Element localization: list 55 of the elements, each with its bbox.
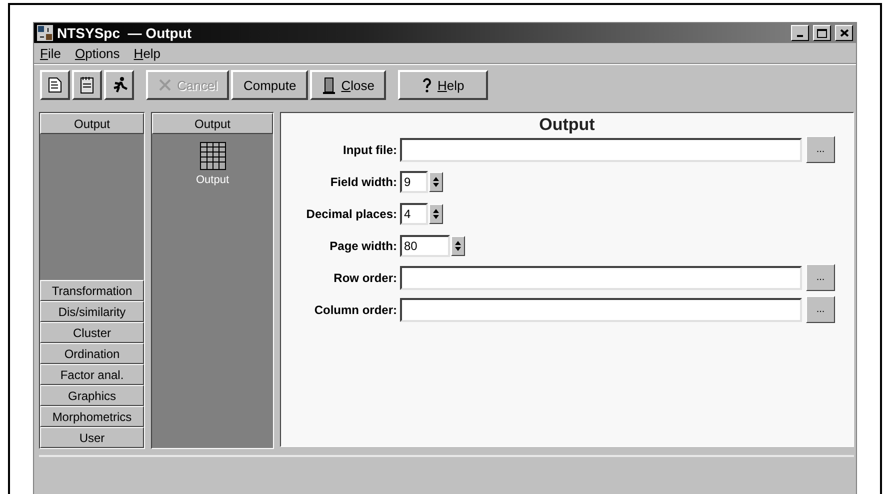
toolbar-button[interactable]: Compute: [231, 70, 308, 100]
panel-header: Output: [40, 113, 144, 134]
up-down-arrows-icon: [432, 176, 440, 188]
field-label: Page width:: [328, 238, 398, 252]
document-icon: [46, 76, 64, 94]
field-label: Decimal places:: [305, 206, 398, 220]
field-label: Column order:: [313, 302, 398, 316]
window-title: NTSYSpc — Output: [57, 25, 193, 41]
door-icon: [322, 76, 336, 94]
browse-button[interactable]: ...: [806, 264, 835, 291]
app-icon: [37, 25, 53, 41]
number-field[interactable]: 9: [400, 170, 428, 192]
menu-item[interactable]: Options: [74, 46, 120, 60]
maximize-icon: [817, 28, 827, 38]
question-icon: [422, 77, 432, 93]
field-label: Row order:: [332, 270, 398, 284]
input-field[interactable]: [400, 138, 802, 162]
category-button[interactable]: Graphics: [40, 385, 144, 406]
category-button[interactable]: Transformation: [40, 280, 144, 301]
number-field[interactable]: 80: [400, 234, 450, 256]
toolbar-button[interactable]: Close: [310, 70, 386, 100]
up-down-arrows-icon: [454, 240, 462, 252]
spin-button[interactable]: [429, 172, 443, 192]
category-button[interactable]: User: [40, 427, 144, 448]
category-button[interactable]: Morphometrics: [40, 406, 144, 427]
input-field[interactable]: [400, 266, 802, 290]
browse-button[interactable]: ...: [806, 296, 835, 323]
cross-icon: [158, 78, 172, 92]
form-title: Output: [538, 115, 596, 135]
panel-header: Output: [152, 113, 273, 134]
close-icon: [840, 29, 848, 37]
category-button[interactable]: Cluster: [40, 322, 144, 343]
notepad-icon: [79, 76, 95, 94]
field-label: Input file:: [342, 142, 398, 156]
menu-item[interactable]: File: [40, 46, 61, 60]
toolbar-button[interactable]: [72, 70, 102, 100]
category-button[interactable]: Dis/similarity: [40, 301, 144, 322]
menu-item[interactable]: Help: [134, 46, 161, 60]
browse-button[interactable]: ...: [806, 136, 835, 163]
spin-button[interactable]: [429, 204, 443, 224]
spin-button[interactable]: [451, 236, 465, 256]
up-down-arrows-icon: [432, 208, 440, 220]
close-button[interactable]: [835, 25, 853, 41]
toolbar-button[interactable]: [40, 70, 70, 100]
module-label[interactable]: Output: [196, 174, 230, 186]
category-button[interactable]: Factor anal.: [40, 364, 144, 385]
minimize-button[interactable]: [791, 25, 809, 41]
toolbar-button[interactable]: Help: [398, 70, 488, 100]
category-button[interactable]: Ordination: [40, 343, 144, 364]
toolbar-button[interactable]: [104, 70, 134, 100]
field-label: Field width:: [329, 174, 398, 188]
input-field[interactable]: [400, 298, 802, 322]
grid-icon: [200, 142, 226, 170]
number-field[interactable]: 4: [400, 202, 428, 224]
maximize-button[interactable]: [813, 25, 831, 41]
